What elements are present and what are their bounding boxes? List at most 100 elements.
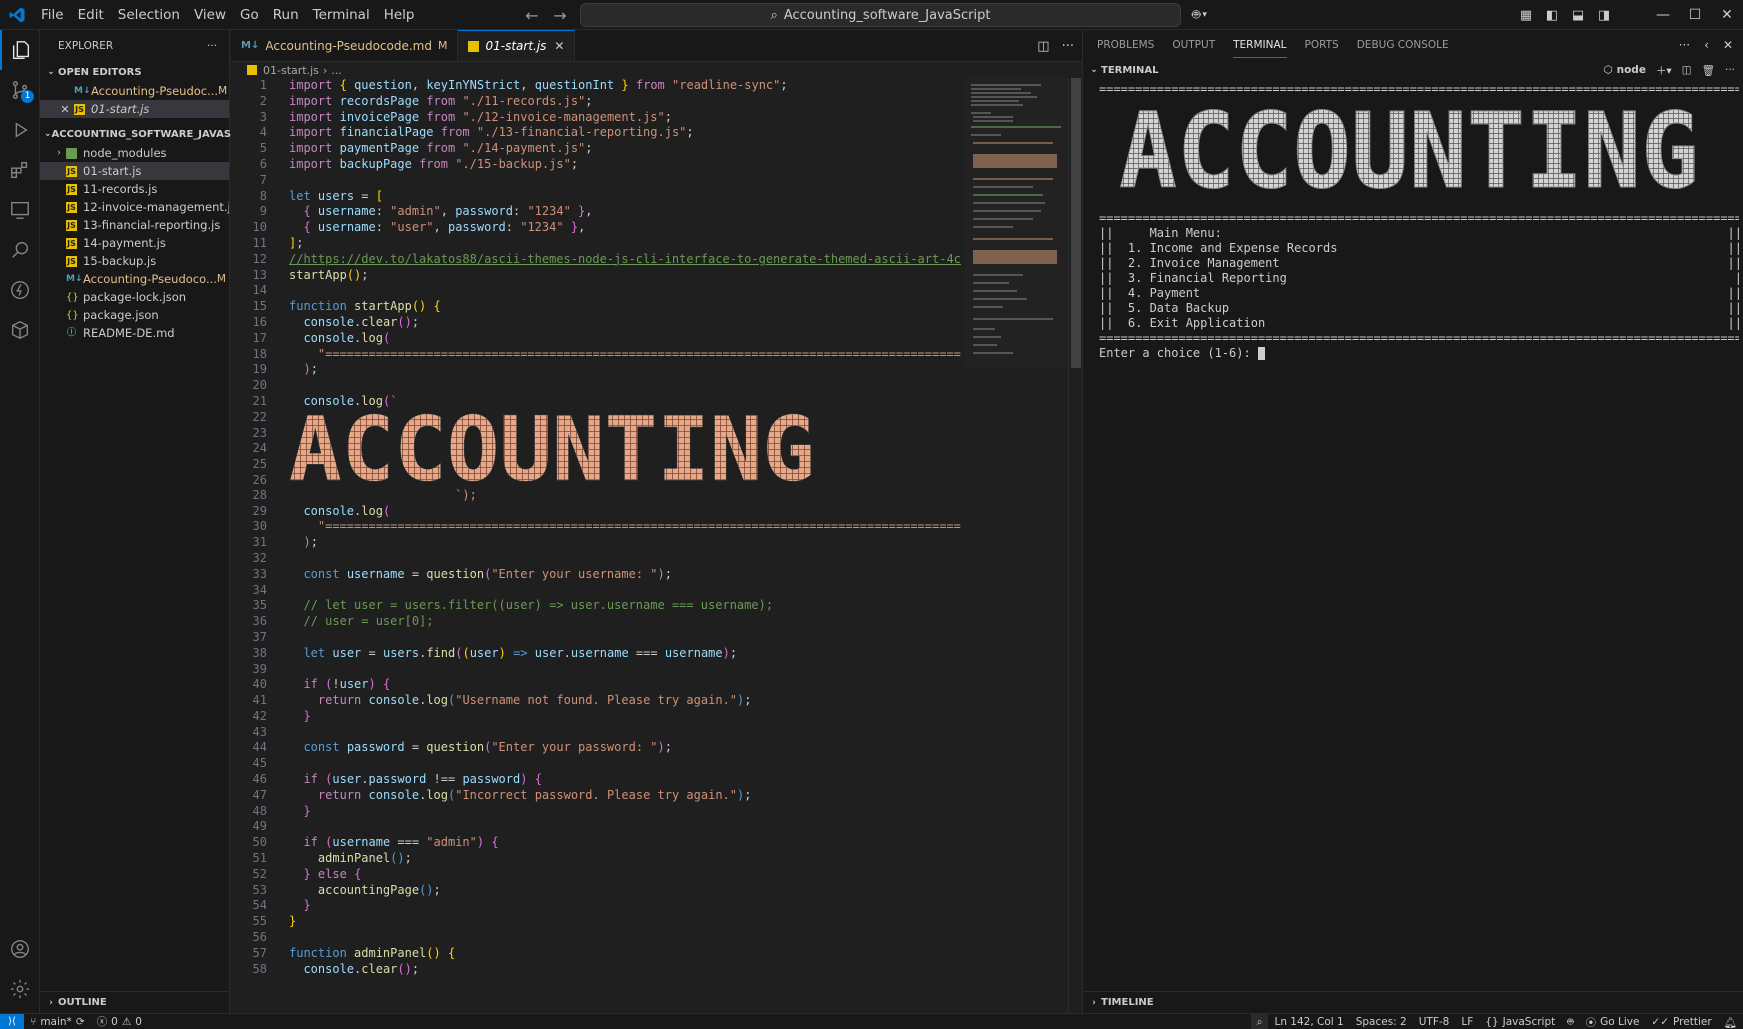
prettier-status[interactable]: ✓✓ Prettier — [1645, 1014, 1717, 1029]
customize-layout-icon[interactable]: ▦ — [1513, 0, 1539, 30]
open-editors-section[interactable]: ⌄ OPEN EDITORS — [40, 62, 229, 82]
tab-output[interactable]: OUTPUT — [1172, 39, 1215, 51]
search-activity-icon[interactable] — [0, 230, 40, 270]
code-line: 49 — [252, 819, 267, 834]
tab-problems[interactable]: PROBLEMS — [1097, 39, 1154, 51]
breadcrumb-more[interactable]: ... — [331, 64, 342, 77]
toggle-primary-sidebar-icon[interactable]: ◧ — [1539, 0, 1565, 30]
split-terminal-icon[interactable]: ◫ — [1682, 64, 1692, 76]
file-tree-item-active[interactable]: JS 01-start.js — [40, 162, 229, 180]
file-name: Accounting-Pseudoco... — [83, 272, 217, 286]
problems-status[interactable]: ⓧ 0 ⚠ 0 — [91, 1014, 148, 1029]
tab-debug-console[interactable]: DEBUG CONSOLE — [1357, 39, 1449, 51]
minimize-icon[interactable]: — — [1647, 0, 1679, 30]
copilot-button[interactable]: 🤖︎ ▾ — [1192, 0, 1207, 30]
run-debug-icon[interactable] — [0, 110, 40, 150]
close-window-icon[interactable]: ✕ — [1711, 0, 1743, 30]
code-editor[interactable]: 1 import { question, keyInYNStrict, quest… — [231, 78, 961, 1013]
toggle-secondary-sidebar-icon[interactable]: ◨ — [1591, 0, 1617, 30]
more-actions-icon[interactable]: ··· — [1062, 39, 1074, 54]
close-icon[interactable]: ✕ — [554, 39, 564, 53]
branch-status[interactable]: ⑂ main* ⟳ — [24, 1014, 91, 1029]
open-editor-item-active[interactable]: ✕ JS 01-start.js — [40, 100, 229, 118]
file-tree-item[interactable]: ⓘ README-DE.md — [40, 324, 229, 342]
close-panel-icon[interactable]: ✕ — [1723, 38, 1733, 52]
indentation[interactable]: Spaces: 2 — [1350, 1014, 1413, 1029]
file-name: README-DE.md — [83, 326, 175, 340]
tab-01-start[interactable]: 01-start.js ✕ — [458, 30, 576, 61]
maximize-icon[interactable]: ☐ — [1679, 0, 1711, 30]
manage-gear-icon[interactable] — [0, 969, 40, 1009]
source-control-icon[interactable]: 1 — [0, 70, 40, 110]
accounts-icon[interactable] — [0, 929, 40, 969]
terminal-header[interactable]: ⌄ TERMINAL ⬡ node ＋▾ ◫ 🗑︎ ··· — [1083, 60, 1743, 80]
terminal-output[interactable]: ========================================… — [1099, 82, 1739, 962]
new-terminal-icon[interactable]: ＋▾ — [1656, 63, 1672, 78]
command-center[interactable]: ⌕ Accounting_software_JavaScript — [580, 3, 1181, 27]
trash-icon[interactable]: 🗑︎ — [1702, 64, 1715, 77]
file-tree-item[interactable]: JS 13-financial-reporting.js — [40, 216, 229, 234]
timeline-section[interactable]: › TIMELINE — [1083, 991, 1743, 1013]
terminal-prompt-line[interactable]: Enter a choice (1-6): — [1099, 346, 1739, 361]
forward-arrow-icon[interactable]: → — [548, 6, 572, 25]
markdown-file-icon: M↓ — [74, 85, 91, 96]
menu-view[interactable]: View — [187, 0, 233, 30]
menu-selection[interactable]: Selection — [111, 0, 187, 30]
terminal-shell-selector[interactable]: ⬡ node — [1603, 64, 1646, 76]
scrollbar-thumb[interactable] — [1071, 78, 1081, 368]
cursor-position[interactable]: Ln 142, Col 1 — [1268, 1014, 1349, 1029]
copilot-status-icon[interactable]: 🤖︎ — [1561, 1014, 1579, 1029]
containers-icon[interactable] — [0, 310, 40, 350]
code-line: 30 "====================================… — [252, 519, 961, 534]
file-tree-item[interactable]: › node_modules — [40, 144, 229, 162]
zoom-icon[interactable]: ⌕ — [1250, 1014, 1269, 1029]
split-editor-icon[interactable]: ◫ — [1037, 39, 1049, 54]
code-line: 58 console.clear(); — [252, 961, 420, 976]
tab-terminal[interactable]: TERMINAL — [1233, 39, 1287, 58]
javascript-file-icon: JS — [66, 201, 77, 213]
notifications-bell-icon[interactable]: 🔔︎ — [1718, 1014, 1743, 1029]
thunder-client-icon[interactable] — [0, 270, 40, 310]
more-actions-icon[interactable]: ··· — [207, 40, 217, 52]
go-live-button[interactable]: ⦿ Go Live — [1580, 1014, 1646, 1029]
end-of-line[interactable]: LF — [1455, 1014, 1479, 1029]
back-arrow-icon[interactable]: ← — [520, 6, 544, 25]
remote-explorer-icon[interactable] — [0, 190, 40, 230]
collapse-panel-icon[interactable]: ‹ — [1704, 38, 1709, 52]
menu-help[interactable]: Help — [377, 0, 422, 30]
encoding[interactable]: UTF-8 — [1413, 1014, 1456, 1029]
minimap[interactable] — [965, 78, 1068, 368]
file-tree-item[interactable]: JS 15-backup.js — [40, 252, 229, 270]
menu-file[interactable]: File — [34, 0, 71, 30]
file-tree-item[interactable]: {} package-lock.json — [40, 288, 229, 306]
more-actions-icon[interactable]: ··· — [1725, 64, 1735, 76]
file-tree-item[interactable]: JS 11-records.js — [40, 180, 229, 198]
menu-edit[interactable]: Edit — [71, 0, 111, 30]
timeline-label: TIMELINE — [1101, 997, 1154, 1008]
project-section[interactable]: ⌄ ACCOUNTING_SOFTWARE_JAVASCRIPT — [40, 124, 264, 144]
more-actions-icon[interactable]: ··· — [1679, 38, 1690, 52]
language-mode[interactable]: {} JavaScript — [1479, 1014, 1561, 1029]
close-icon[interactable]: ✕ — [58, 103, 72, 116]
terminal-rule: ========================================… — [1099, 331, 1739, 345]
file-tree-item[interactable]: M↓ Accounting-Pseudoco... M — [40, 270, 229, 288]
tab-ports[interactable]: PORTS — [1305, 39, 1339, 51]
remote-indicator-icon[interactable]: ⟩⟨ — [0, 1013, 24, 1029]
file-tree-item[interactable]: JS 14-payment.js — [40, 234, 229, 252]
code-line: 11]; — [252, 235, 304, 250]
outline-section[interactable]: › OUTLINE — [40, 991, 230, 1013]
file-tree-item[interactable]: {} package.json — [40, 306, 229, 324]
explorer-icon[interactable] — [0, 30, 40, 70]
tab-accounting-pseudocode[interactable]: M↓ Accounting-Pseudocode.md M — [231, 30, 459, 61]
menu-go[interactable]: Go — [233, 0, 266, 30]
file-tree-item[interactable]: JS 12-invoice-management.js — [40, 198, 229, 216]
breadcrumb-file[interactable]: 01-start.js — [263, 64, 319, 77]
editor-scrollbar[interactable] — [1068, 78, 1082, 1013]
code-line: 55} — [252, 914, 297, 929]
bottom-panel: PROBLEMS OUTPUT TERMINAL PORTS DEBUG CON… — [1082, 30, 1743, 1013]
toggle-panel-icon[interactable]: ⬓ — [1565, 0, 1591, 30]
open-editor-item[interactable]: M↓ Accounting-Pseudoc... M — [40, 82, 229, 100]
menu-terminal[interactable]: Terminal — [306, 0, 377, 30]
extensions-icon[interactable] — [0, 150, 40, 190]
menu-run[interactable]: Run — [266, 0, 306, 30]
